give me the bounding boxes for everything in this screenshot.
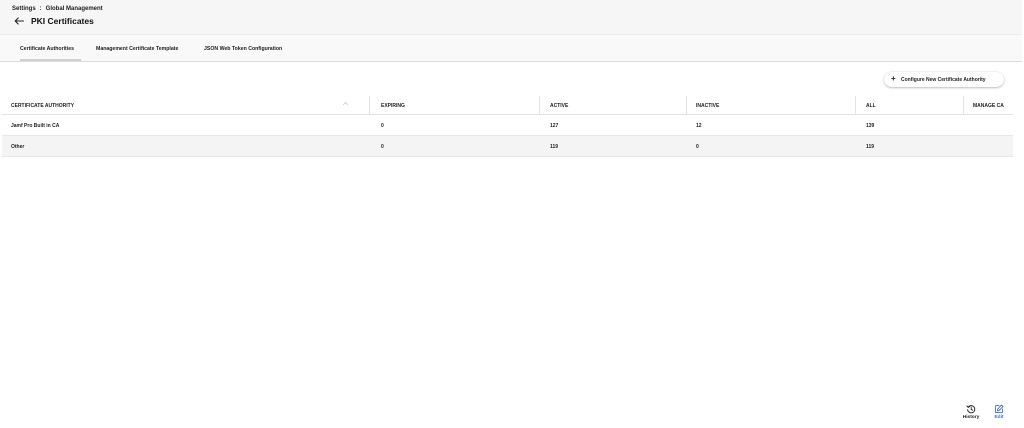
table-row[interactable]: Jamf Pro Built in CA 0 127 12 139 <box>2 115 1013 136</box>
column-divider[interactable] <box>369 96 370 115</box>
column-header-expiring[interactable]: EXPIRING <box>381 103 405 109</box>
back-arrow-icon[interactable] <box>14 17 24 25</box>
history-icon <box>966 405 976 414</box>
configure-new-ca-button[interactable]: + Configure New Certificate Authority <box>884 72 1004 87</box>
edit-label: Edit <box>994 415 1004 420</box>
tab-json-web-token-configuration[interactable]: JSON Web Token Configuration <box>204 46 282 52</box>
cell-all: 139 <box>866 122 875 129</box>
tab-management-certificate-template[interactable]: Management Certificate Template <box>96 46 178 52</box>
column-divider[interactable] <box>686 96 687 115</box>
column-divider[interactable] <box>539 96 540 115</box>
history-label: History <box>962 415 980 420</box>
plus-icon: + <box>891 73 896 83</box>
column-header-certificate-authority[interactable]: CERTIFICATE AUTHORITY <box>11 103 74 109</box>
edit-icon <box>994 404 1004 414</box>
breadcrumb-current[interactable]: Global Management <box>46 6 103 12</box>
table-header: CERTIFICATE AUTHORITY EXPIRING ACTIVE IN… <box>2 96 1013 115</box>
column-header-inactive[interactable]: INACTIVE <box>696 103 719 109</box>
breadcrumb: Settings: Global Management <box>12 6 103 12</box>
column-divider[interactable] <box>855 96 856 115</box>
column-header-active[interactable]: ACTIVE <box>550 103 568 109</box>
cell-inactive: 0 <box>696 143 699 150</box>
breadcrumb-separator: : <box>39 6 42 12</box>
cell-ca-name: Jamf Pro Built in CA <box>11 122 60 129</box>
page-title: PKI Certificates <box>31 16 94 26</box>
tab-bar: Certificate Authorities Management Certi… <box>0 34 1022 62</box>
column-header-all[interactable]: ALL <box>866 103 876 109</box>
cell-expiring: 0 <box>381 143 384 150</box>
breadcrumb-parent[interactable]: Settings <box>12 6 36 12</box>
page-header: Settings: Global Management PKI Certifica… <box>0 0 1022 34</box>
cell-all: 119 <box>866 143 875 150</box>
configure-new-ca-label: Configure New Certificate Authority <box>901 76 986 83</box>
cell-active: 119 <box>550 143 559 150</box>
tab-certificate-authorities[interactable]: Certificate Authorities <box>20 46 74 52</box>
edit-button[interactable]: Edit <box>988 404 1010 424</box>
cell-active: 127 <box>550 122 559 129</box>
history-button[interactable]: History <box>960 404 982 424</box>
cell-expiring: 0 <box>381 122 384 129</box>
table-row[interactable]: Other 0 119 0 119 <box>2 136 1013 157</box>
sort-ascending-icon[interactable] <box>342 101 349 106</box>
column-header-manage-ca: MANAGE CA <box>973 102 1004 109</box>
cell-ca-name: Other <box>11 143 25 150</box>
column-divider[interactable] <box>963 96 964 115</box>
active-tab-indicator <box>20 59 81 61</box>
cell-inactive: 12 <box>696 122 702 129</box>
